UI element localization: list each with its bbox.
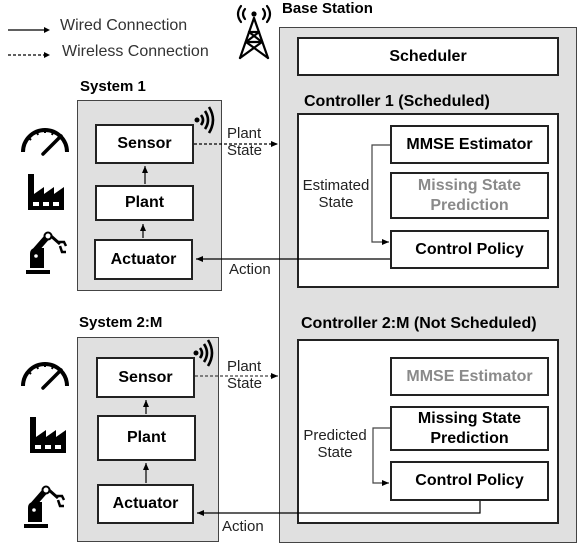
system-1-action-label: Action bbox=[229, 261, 271, 278]
wired-arrowhead bbox=[44, 27, 50, 33]
wireless-signal-icon bbox=[194, 106, 215, 134]
legend-arrows bbox=[8, 27, 50, 58]
controller-1-missing-state-block[interactable]: Missing State Prediction bbox=[390, 172, 549, 219]
controller-1-missing-label: Missing State Prediction bbox=[418, 176, 521, 216]
system-1-title: System 1 bbox=[80, 78, 146, 95]
plant-state-line2: State bbox=[227, 375, 263, 392]
controller-2-missing-label: Missing State Prediction bbox=[418, 409, 521, 449]
system-2-title: System 2:M bbox=[79, 314, 163, 331]
plant-state-line2: State bbox=[227, 142, 263, 159]
system-2-actuator-block[interactable]: Actuator bbox=[97, 484, 194, 524]
system-1-actuator-block[interactable]: Actuator bbox=[94, 239, 193, 280]
system-1-sensor-label: Sensor bbox=[117, 135, 172, 152]
robot-arm-icon bbox=[24, 485, 66, 528]
system-1-plant-label: Plant bbox=[124, 194, 165, 211]
controller-2-policy-label: Control Policy bbox=[415, 472, 524, 489]
predicted-line2: State bbox=[317, 444, 353, 461]
estimated-line1: Estimated bbox=[302, 177, 370, 194]
wireless-signal-icon bbox=[193, 339, 214, 367]
missing-line2: Prediction bbox=[430, 196, 509, 214]
legend-wired-label: Wired Connection bbox=[60, 17, 188, 34]
controller-1-estimated-state-label: Estimated State bbox=[301, 177, 371, 211]
factory-icon bbox=[28, 174, 64, 210]
legend-wireless-label: Wireless Connection bbox=[62, 43, 209, 60]
controller-2-mmse-label: MMSE Estimator bbox=[406, 367, 533, 385]
system-2-sensor-label: Sensor bbox=[118, 368, 173, 386]
missing-line1: Missing State bbox=[417, 176, 522, 194]
controller-2-title: Controller 2:M (Not Scheduled) bbox=[301, 315, 537, 332]
system-1-sensor-block[interactable]: Sensor bbox=[95, 124, 194, 164]
system-1-plant-block[interactable]: Plant bbox=[95, 185, 194, 221]
missing-line1: Missing State bbox=[417, 409, 522, 427]
system-2-plant-block[interactable]: Plant bbox=[97, 415, 196, 461]
scheduler-label: Scheduler bbox=[389, 47, 467, 65]
estimated-line2: State bbox=[318, 194, 354, 211]
system-1-plant-state-label: Plant State bbox=[227, 125, 262, 159]
predicted-line1: Predicted bbox=[303, 427, 367, 444]
controller-1-mmse-label: MMSE Estimator bbox=[406, 135, 533, 153]
robot-arm-icon bbox=[26, 231, 68, 274]
controller-2-missing-state-block[interactable]: Missing State Prediction bbox=[390, 406, 549, 451]
missing-line2: Prediction bbox=[430, 429, 509, 447]
system-2-actuator-label: Actuator bbox=[112, 495, 179, 512]
controller-1-mmse-block[interactable]: MMSE Estimator bbox=[390, 125, 549, 164]
factory-icon bbox=[30, 417, 66, 453]
system-2-action-label: Action bbox=[222, 518, 264, 535]
plant-state-line1: Plant bbox=[227, 125, 262, 142]
system-1-actuator-label: Actuator bbox=[110, 250, 177, 268]
base-station-title: Base Station bbox=[282, 0, 373, 17]
controller-1-title: Controller 1 (Scheduled) bbox=[304, 93, 490, 110]
controller-2-mmse-block[interactable]: MMSE Estimator bbox=[390, 357, 549, 396]
gauge-icon bbox=[21, 362, 69, 390]
gauge-icon bbox=[21, 128, 69, 156]
scheduler-block[interactable]: Scheduler bbox=[297, 37, 559, 76]
system-2-sensor-block[interactable]: Sensor bbox=[96, 357, 195, 398]
legend: Wired Connection Wireless Connection bbox=[0, 14, 230, 64]
controller-2-control-policy-block[interactable]: Control Policy bbox=[390, 461, 549, 501]
plant-state-line1: Plant bbox=[227, 358, 262, 375]
system-2-plant-label: Plant bbox=[126, 429, 167, 446]
system-2-plant-state-label: Plant State bbox=[227, 358, 262, 392]
controller-2-predicted-state-label: Predicted State bbox=[300, 427, 370, 461]
controller-1-policy-label: Control Policy bbox=[415, 240, 524, 258]
cell-tower-icon bbox=[236, 4, 272, 60]
controller-1-control-policy-block[interactable]: Control Policy bbox=[390, 230, 549, 269]
wireless-arrowhead bbox=[44, 52, 50, 58]
